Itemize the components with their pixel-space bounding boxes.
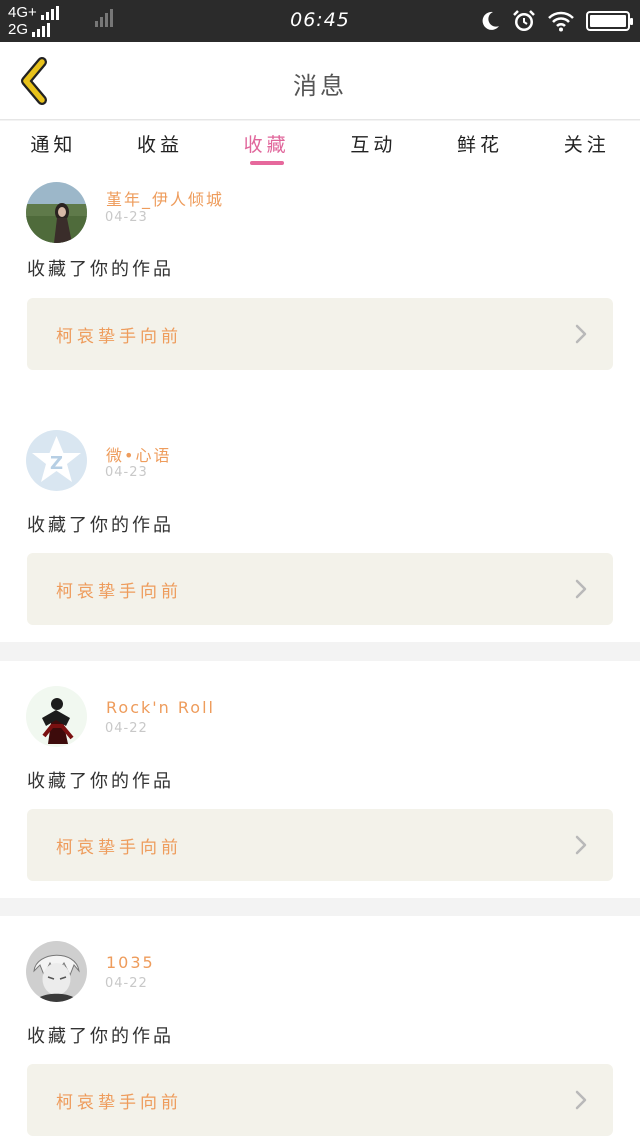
tab-interactions[interactable]: 互动 <box>320 121 427 171</box>
moon-icon <box>482 11 499 30</box>
work-title: 柯哀挚手向前 <box>56 582 182 602</box>
list-item: Z 微•心语 04-23 收藏了你的作品 柯哀挚手向前 <box>0 405 640 642</box>
message-tabs: 通知 收益 收藏 互动 鲜花 关注 <box>0 121 640 171</box>
tab-follows[interactable]: 关注 <box>533 121 640 171</box>
action-text: 收藏了你的作品 <box>27 515 174 536</box>
work-link[interactable]: 柯哀挚手向前 <box>27 553 613 625</box>
work-link[interactable]: 柯哀挚手向前 <box>27 1064 613 1136</box>
action-text: 收藏了你的作品 <box>27 771 174 792</box>
work-link[interactable]: 柯哀挚手向前 <box>27 298 613 370</box>
battery-icon <box>586 11 633 31</box>
timestamp: 04-23 <box>105 210 148 225</box>
chevron-right-icon <box>575 835 587 855</box>
list-item: 堇年_伊人倾城 04-23 收藏了你的作品 柯哀挚手向前 <box>0 171 640 408</box>
action-text: 收藏了你的作品 <box>27 1026 174 1047</box>
tab-notifications[interactable]: 通知 <box>0 121 107 171</box>
chevron-right-icon <box>575 579 587 599</box>
svg-text:Z: Z <box>50 453 63 474</box>
avatar[interactable] <box>26 182 87 243</box>
work-title: 柯哀挚手向前 <box>56 838 182 858</box>
navigation-header: 消息 <box>0 42 640 120</box>
avatar[interactable]: Z <box>26 430 87 491</box>
list-item: 1035 04-22 收藏了你的作品 柯哀挚手向前 <box>0 916 640 1138</box>
tab-earnings[interactable]: 收益 <box>107 121 214 171</box>
username[interactable]: 堇年_伊人倾城 <box>106 186 224 210</box>
work-link[interactable]: 柯哀挚手向前 <box>27 809 613 881</box>
timestamp: 04-22 <box>105 976 148 991</box>
alarm-icon <box>513 10 535 31</box>
work-title: 柯哀挚手向前 <box>56 1093 182 1113</box>
tab-favorites[interactable]: 收藏 <box>213 121 320 171</box>
avatar[interactable] <box>26 686 87 747</box>
avatar[interactable] <box>26 941 87 1002</box>
status-bar: 4G+ 2G 06:45 <box>0 0 640 42</box>
page-title: 消息 <box>293 72 347 100</box>
wifi-icon <box>548 11 574 32</box>
timestamp: 04-23 <box>105 465 148 480</box>
timestamp: 04-22 <box>105 721 148 736</box>
work-title: 柯哀挚手向前 <box>56 327 182 347</box>
username[interactable]: 1035 <box>106 953 155 972</box>
chevron-right-icon <box>575 324 587 344</box>
username[interactable]: Rock'n Roll <box>106 698 215 717</box>
chevron-right-icon <box>575 1090 587 1110</box>
username[interactable]: 微•心语 <box>106 442 171 466</box>
tab-flowers[interactable]: 鲜花 <box>427 121 534 171</box>
action-text: 收藏了你的作品 <box>27 259 174 280</box>
list-item: Rock'n Roll 04-22 收藏了你的作品 柯哀挚手向前 <box>0 661 640 898</box>
